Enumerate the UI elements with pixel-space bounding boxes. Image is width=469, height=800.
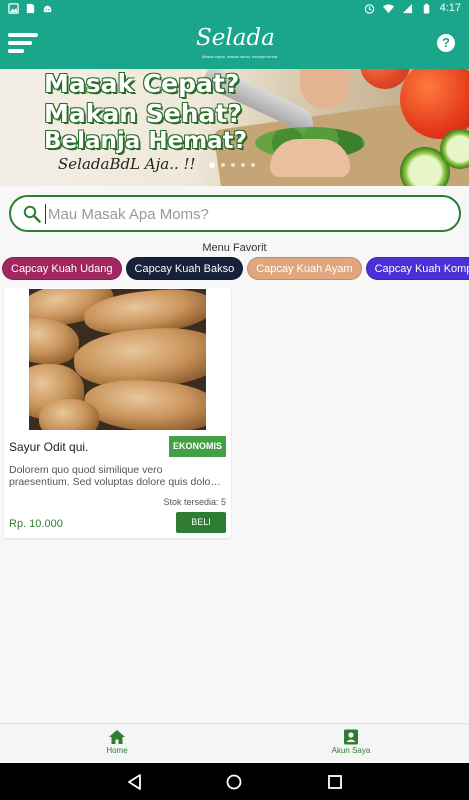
product-name: Sayur Odit qui. [9,440,89,454]
favorite-menu-title: Menu Favorit [202,242,267,254]
chip-capcay-kuah-bakso[interactable]: Capcay Kuah Bakso [125,257,244,280]
menu-button[interactable] [8,33,38,55]
image-notification-icon [8,3,19,14]
nav-account-label: Akun Saya [331,746,371,755]
chip-capcay-kuah-udang[interactable]: Capcay Kuah Udang [2,257,122,280]
carousel-indicator [209,162,255,168]
banner-headline-1: Masak Cepat? [44,69,240,98]
alarm-icon [364,3,374,14]
carousel-dot[interactable] [251,163,255,167]
promo-banner-carousel[interactable]: Masak Cepat? Makan Sehat? Belanja Hemat?… [0,69,469,186]
search-icon [23,205,41,223]
carousel-dot[interactable] [241,163,245,167]
banner-signature: SeladaBdL Aja.. !! [58,155,196,173]
buy-button[interactable]: BELI [176,512,226,533]
back-icon[interactable] [126,773,144,791]
help-button[interactable]: ? [437,34,455,52]
carousel-dot[interactable] [209,162,215,168]
system-navigation-bar [0,763,469,800]
search-input[interactable] [45,204,445,224]
nav-home-label: Home [106,746,128,755]
file-notification-icon [26,3,35,14]
selada-logo: Selada Masak cepat, makan sehat, belanja… [196,25,278,59]
carousel-dot[interactable] [221,163,225,167]
battery-icon [423,3,429,14]
recents-icon[interactable] [326,773,344,791]
chip-capcay-kuah-komplit[interactable]: Capcay Kuah Komplit [365,257,469,280]
status-time: 4:17 [439,2,461,14]
status-bar: 4:17 [0,0,469,19]
wifi-icon [382,3,394,13]
home-icon [109,730,125,744]
carousel-dot[interactable] [231,163,235,167]
product-stock: Stok tersedia: 5 [163,497,226,507]
banner-headline-2: Makan Sehat? [44,99,242,128]
product-price: Rp. 10.000 [9,518,63,530]
favorite-menu-chips: Capcay Kuah Udang Capcay Kuah Bakso Capc… [2,257,469,280]
signal-icon [402,3,412,13]
product-card[interactable]: Sayur Odit qui. EKONOMIS Dolorem quo quo… [4,288,231,538]
nav-home[interactable]: Home [77,729,157,755]
help-icon: ? [442,35,450,50]
product-description: Dolorem quo quod similique vero praesent… [9,464,221,488]
account-icon [344,729,358,745]
app-bar: Selada Masak cepat, makan sehat, belanja… [0,19,469,69]
search-bar[interactable] [9,195,461,232]
product-image [29,289,206,430]
nav-account[interactable]: Akun Saya [311,729,391,755]
chip-capcay-kuah-ayam[interactable]: Capcay Kuah Ayam [247,257,362,280]
notification-icons [8,3,53,14]
system-status-icons: 4:17 [364,2,461,14]
bottom-navigation: Home Akun Saya [0,723,469,763]
product-badge: EKONOMIS [168,436,226,457]
hand-image [270,139,350,177]
banner-headline-3: Belanja Hemat? [44,128,247,154]
home-system-icon[interactable] [225,773,243,791]
android-notification-icon [43,5,52,13]
menu-icon [8,33,38,37]
